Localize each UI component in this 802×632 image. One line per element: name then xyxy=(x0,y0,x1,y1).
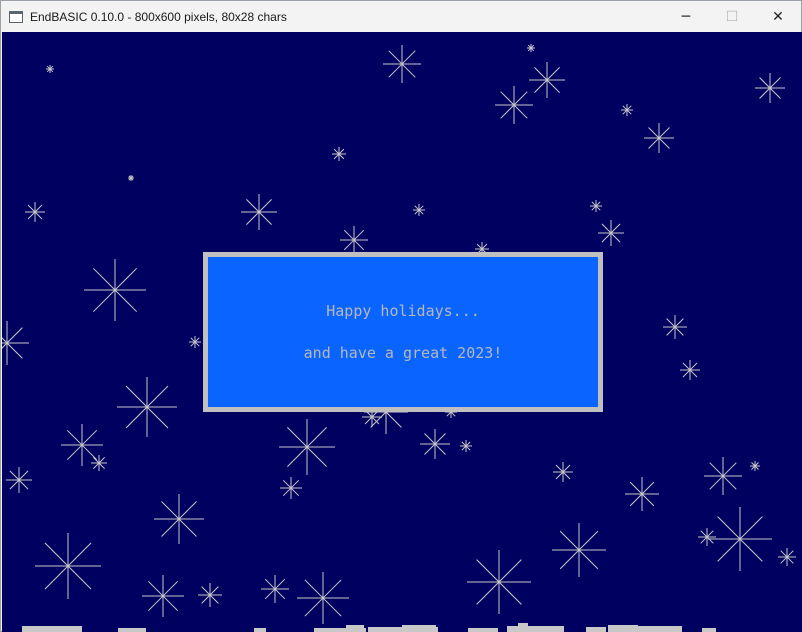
snow-pile xyxy=(518,623,528,632)
snowflake-icon xyxy=(332,147,346,161)
snowflake-icon xyxy=(621,104,633,116)
snowflake-icon xyxy=(460,440,472,452)
snowflake-icon xyxy=(778,548,796,566)
minimize-icon: ─ xyxy=(681,8,691,25)
snow-pile xyxy=(468,628,498,632)
snowflake-icon xyxy=(198,583,222,607)
snowflake-icon xyxy=(25,202,45,222)
window-title: EndBASIC 0.10.0 - 800x600 pixels, 80x28 … xyxy=(30,9,287,24)
snowflake-icon xyxy=(527,44,535,52)
snowflake-icon xyxy=(663,315,687,339)
greeting-box-inner: Happy holidays... and have a great 2023! xyxy=(208,257,598,407)
snow-pile xyxy=(118,628,146,632)
snowflake-icon xyxy=(750,461,760,471)
maximize-icon: ☐ xyxy=(725,8,739,25)
snowflake-icon xyxy=(84,259,146,321)
snowflake-icon xyxy=(413,204,425,216)
snowflake-icon xyxy=(91,455,107,471)
snow-pile xyxy=(22,626,82,632)
snowflake-icon xyxy=(189,336,201,348)
maximize-button[interactable]: ☐ xyxy=(709,1,755,32)
snowflake-icon xyxy=(61,424,103,466)
snowflake-icon xyxy=(261,575,289,603)
endbasic-window: EndBASIC 0.10.0 - 800x600 pixels, 80x28 … xyxy=(0,0,802,632)
snow-pile xyxy=(346,625,364,632)
app-window-icon xyxy=(9,10,23,23)
window-controls: ─ ☐ ✕ xyxy=(663,1,801,32)
console-screen[interactable]: Happy holidays... and have a great 2023! xyxy=(2,32,802,632)
snowflake-icon xyxy=(46,65,54,73)
snow-pile xyxy=(254,628,266,632)
snowflake-icon xyxy=(698,528,716,546)
snowflake-icon xyxy=(241,194,277,230)
snowflake-icon xyxy=(704,457,742,495)
snowflake-icon xyxy=(117,377,177,437)
snowflake-icon xyxy=(340,226,368,254)
snowflake-icon xyxy=(35,533,101,599)
greeting-box: Happy holidays... and have a great 2023! xyxy=(203,252,603,412)
snow-pile xyxy=(702,628,716,632)
greeting-line-2: and have a great 2023! xyxy=(303,344,503,362)
snow-pile xyxy=(586,627,606,632)
snowflake-icon xyxy=(2,321,29,365)
snowflake-icon xyxy=(708,507,772,571)
snowflake-icon xyxy=(590,200,602,212)
snowflake-icon xyxy=(755,73,785,103)
snow-pile xyxy=(402,625,436,632)
snowflake-icon xyxy=(529,62,565,98)
snowflake-icon xyxy=(154,494,204,544)
snowflake-icon xyxy=(552,523,606,577)
greeting-line-1: Happy holidays... xyxy=(326,302,480,320)
snowflake-icon xyxy=(553,462,573,482)
snowflake-icon xyxy=(297,572,349,624)
snowflake-icon xyxy=(6,467,32,493)
snowflake-icon xyxy=(383,45,421,83)
snow-pile xyxy=(632,626,682,632)
snow-pile xyxy=(530,626,564,632)
snowflake-icon xyxy=(280,477,302,499)
snowflake-icon xyxy=(142,575,184,617)
snowflake-icon xyxy=(680,360,700,380)
snowflake-icon xyxy=(598,220,624,246)
snowflake-icon xyxy=(625,477,659,511)
snowflake-icon xyxy=(128,175,134,181)
close-icon: ✕ xyxy=(772,8,784,25)
minimize-button[interactable]: ─ xyxy=(663,1,709,32)
snowflake-icon xyxy=(420,429,450,459)
snowflake-icon xyxy=(495,86,533,124)
snowflake-icon xyxy=(279,419,335,475)
title-bar[interactable]: EndBASIC 0.10.0 - 800x600 pixels, 80x28 … xyxy=(1,1,801,32)
snowflake-icon xyxy=(467,550,531,614)
close-button[interactable]: ✕ xyxy=(755,1,801,32)
snowflake-icon xyxy=(644,123,674,153)
